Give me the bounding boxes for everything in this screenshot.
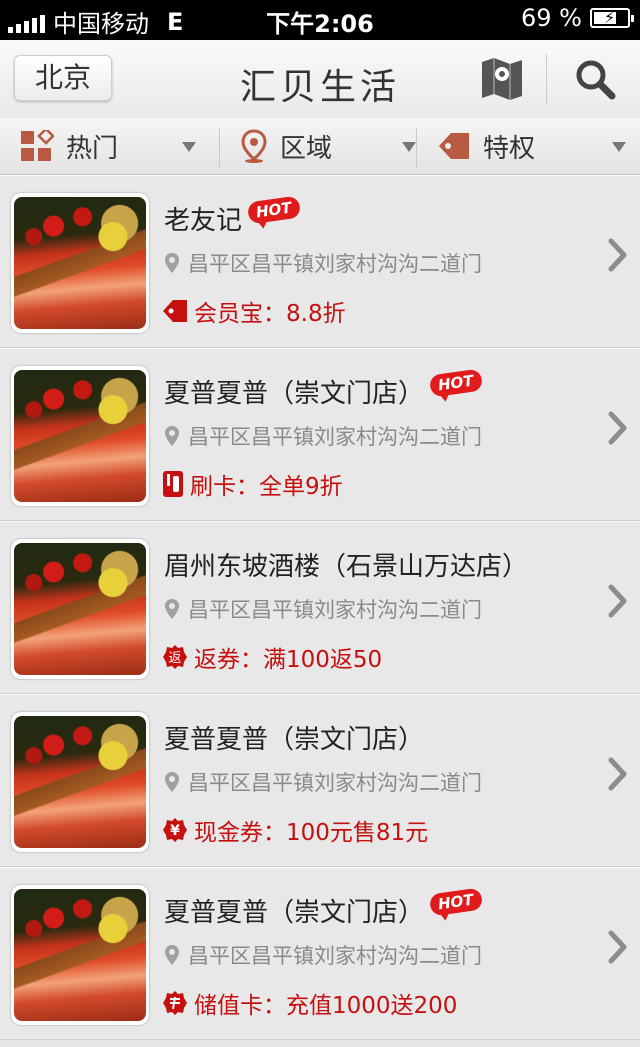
merchant-address: 昌平区昌平镇刘家村沟沟二道门 [188,944,482,968]
address-line: 昌平区昌平镇刘家村沟沟二道门 [164,940,482,970]
list-item[interactable]: 眉州东坡酒楼（石景山万达店） 昌平区昌平镇刘家村沟沟二道门 返 返券：满100返… [0,521,640,694]
hot-badge: HOT [428,368,483,398]
address-line: 昌平区昌平镇刘家村沟沟二道门 [164,767,482,797]
merchant-list: 老友记 HOT 昌平区昌平镇刘家村沟沟二道门 会员宝：8.8折 夏普夏普（崇文门店… [0,175,640,1040]
address-line: 昌平区昌平镇刘家村沟沟二道门 [164,248,482,278]
location-pin-icon [164,598,180,620]
merchant-thumbnail [11,885,149,1025]
promo-line: 会员宝：8.8折 [162,294,346,328]
hot-badge: HOT [428,887,483,917]
promo-line: 储值卡：充值1000送200 [162,986,457,1020]
merchant-name: 夏普夏普（崇文门店） [164,725,425,755]
chevron-right-icon [608,411,628,449]
promo-text: 返券：满100返50 [194,647,383,673]
promo-text: 储值卡：充值1000送200 [194,993,458,1019]
merchant-address: 昌平区昌平镇刘家村沟沟二道门 [188,598,482,622]
merchant-name-line: 夏普夏普（崇文门店） HOT [164,887,483,929]
chevron-right-icon [608,757,628,795]
merchant-thumbnail [11,712,149,852]
battery-icon: ⚡ [590,8,634,28]
merchant-name-line: 夏普夏普（崇文门店） HOT [164,368,483,410]
return-coupon-icon: 返 [162,644,188,670]
promo-line: ¥ 现金券：100元售81元 [162,813,428,847]
map-icon[interactable] [480,56,524,106]
address-line: 昌平区昌平镇刘家村沟沟二道门 [164,421,482,451]
merchant-address: 昌平区昌平镇刘家村沟沟二道门 [188,252,482,276]
merchant-thumbnail [11,539,149,679]
list-item[interactable]: 老友记 HOT 昌平区昌平镇刘家村沟沟二道门 会员宝：8.8折 [0,175,640,348]
category-grid-icon [20,130,54,162]
battery-percent: 69 % [521,4,582,32]
merchant-name: 夏普夏普（崇文门店） [164,379,425,409]
merchant-name: 老友记 [164,206,243,236]
merchant-name-line: 眉州东坡酒楼（石景山万达店） [164,546,528,583]
filter-label: 特权 [483,133,536,164]
promo-text: 会员宝：8.8折 [194,301,346,327]
location-pin-icon [164,771,180,793]
food-photo [14,889,146,1021]
merchant-name: 眉州东坡酒楼（石景山万达店） [164,552,529,582]
dropdown-arrow-icon [612,142,626,152]
food-photo [14,716,146,848]
card-icon [162,470,184,498]
chevron-right-icon [608,238,628,276]
page-title: 汇贝生活 [239,67,400,108]
merchant-name-line: 老友记 HOT [164,195,301,237]
promo-line: 刷卡：全单9折 [162,467,343,501]
svg-text:返: 返 [168,651,181,666]
food-photo [14,543,146,675]
merchant-address: 昌平区昌平镇刘家村沟沟二道门 [188,771,482,795]
location-pin-icon [240,129,268,163]
filter-label: 区域 [280,133,333,164]
tag-icon [162,299,188,323]
merchant-address: 昌平区昌平镇刘家村沟沟二道门 [188,425,482,449]
location-pin-icon [164,944,180,966]
status-bar: 中国移动 E 下午2:06 69 % ⚡ [0,0,640,40]
merchant-thumbnail [11,193,149,333]
dropdown-arrow-icon [402,142,416,152]
location-pin-icon [164,425,180,447]
navigation-bar: 北京 汇贝生活 [0,40,640,119]
food-photo [14,370,146,502]
merchant-name: 夏普夏普（崇文门店） [164,898,425,928]
list-item[interactable]: 夏普夏普（崇文门店） 昌平区昌平镇刘家村沟沟二道门 ¥ 现金券：100元售81元 [0,694,640,867]
list-item[interactable]: 夏普夏普（崇文门店） HOT 昌平区昌平镇刘家村沟沟二道门 刷卡：全单9折 [0,348,640,521]
filter-hot[interactable]: 热门 [0,118,210,174]
chevron-right-icon [608,584,628,622]
filter-privilege[interactable]: 特权 [417,118,640,174]
search-icon[interactable] [574,58,616,104]
yuan-coupon-icon: ¥ [162,817,188,843]
promo-text: 刷卡：全单9折 [190,474,343,500]
merchant-thumbnail [11,366,149,506]
food-photo [14,197,146,329]
filter-bar: 热门 区域 特权 [0,118,640,175]
svg-text:¥: ¥ [170,823,180,839]
chevron-right-icon [608,930,628,968]
location-pin-icon [164,252,180,274]
hot-badge: HOT [246,195,301,225]
dropdown-arrow-icon [182,142,196,152]
stored-value-icon [162,990,188,1016]
merchant-name-line: 夏普夏普（崇文门店） [164,719,424,756]
filter-area[interactable]: 区域 [220,118,430,174]
nav-divider [546,54,547,104]
filter-label: 热门 [66,133,119,164]
address-line: 昌平区昌平镇刘家村沟沟二道门 [164,594,482,624]
promo-text: 现金券：100元售81元 [194,820,429,846]
promo-line: 返 返券：满100返50 [162,640,382,674]
tag-icon [437,131,471,161]
list-item[interactable]: 夏普夏普（崇文门店） HOT 昌平区昌平镇刘家村沟沟二道门 储值卡：充值1000送… [0,867,640,1040]
